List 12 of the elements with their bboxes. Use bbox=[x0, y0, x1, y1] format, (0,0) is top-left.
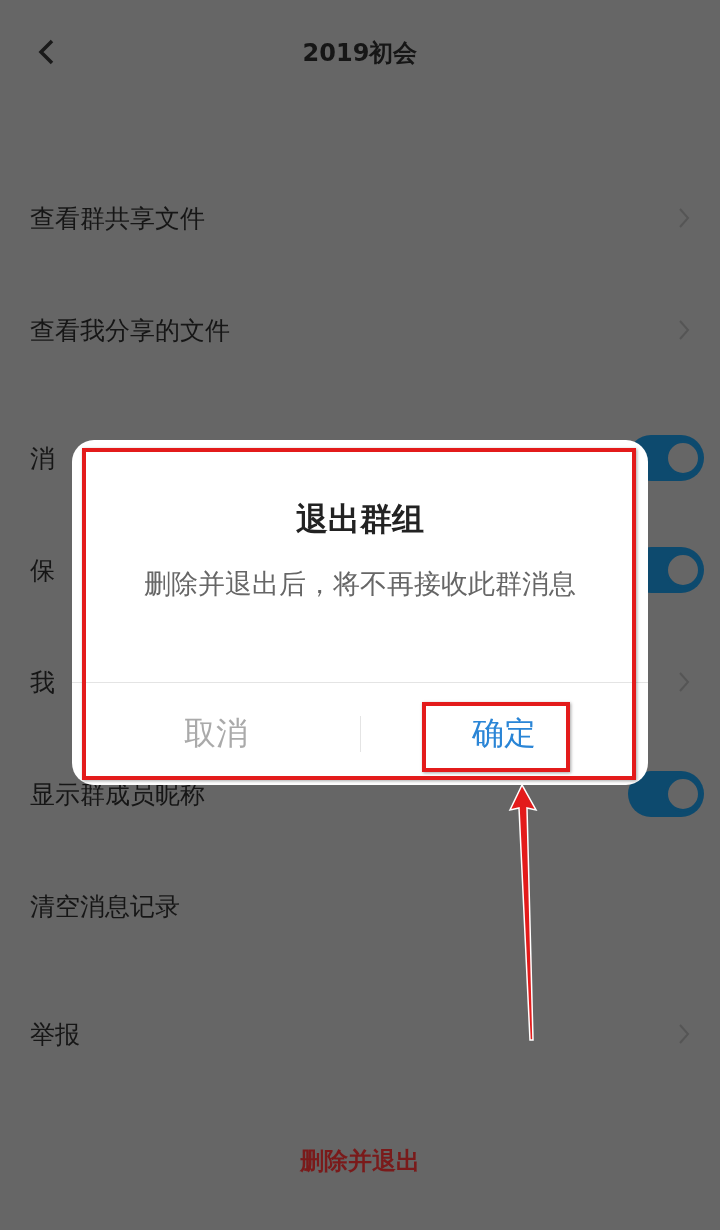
back-icon[interactable] bbox=[36, 38, 56, 66]
settings-item[interactable]: 查看群共享文件 bbox=[30, 201, 678, 235]
cancel-button[interactable]: 取消 bbox=[72, 704, 360, 764]
dialog-message: 删除并退出后，将不再接收此群消息 bbox=[143, 567, 577, 601]
toggle-switch[interactable] bbox=[628, 771, 704, 817]
settings-item[interactable]: 清空消息记录 bbox=[30, 889, 690, 923]
settings-item[interactable]: 查看我分享的文件 bbox=[30, 313, 678, 347]
settings-item[interactable]: 举报 bbox=[30, 1017, 678, 1051]
window-title: 2019初会 bbox=[302, 37, 418, 69]
dialog-title: 退出群组 bbox=[295, 499, 425, 540]
confirm-button[interactable]: 确定 bbox=[360, 704, 648, 764]
delete-and-exit-button[interactable]: 删除并退出 bbox=[292, 1136, 428, 1185]
